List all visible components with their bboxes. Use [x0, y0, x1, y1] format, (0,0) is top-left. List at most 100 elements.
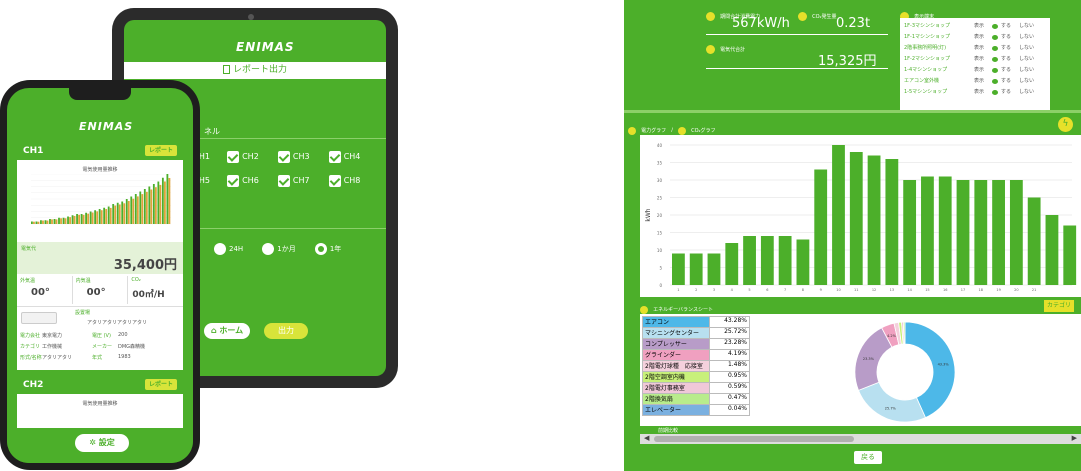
ch2-chart-title: 電気使用量推移	[82, 401, 118, 407]
channel-checkbox[interactable]	[277, 150, 290, 163]
terminal-off-label[interactable]: しない	[1019, 76, 1034, 87]
usage-bar	[134, 194, 137, 224]
horizontal-scrollbar[interactable]: ◀ ▶	[640, 434, 1081, 444]
usage-bar-prev	[150, 189, 153, 224]
usage-bar	[112, 204, 115, 224]
energy-balance-title: エネルギーバランスシート	[653, 307, 713, 313]
channel-checkbox[interactable]	[328, 174, 341, 187]
radio-on-icon[interactable]	[992, 90, 998, 95]
scrollbar-thumb[interactable]	[654, 436, 854, 442]
radio-on-icon[interactable]	[992, 24, 998, 29]
x-tick-label: 11	[854, 288, 858, 292]
period-radio-24h[interactable]	[214, 242, 226, 255]
usage-bar-prev	[141, 194, 144, 224]
scroll-left-icon[interactable]: ◀	[644, 434, 649, 442]
energy-name: マシニングセンター	[643, 328, 709, 338]
usage-bar	[974, 180, 988, 285]
terminal-off-label[interactable]: しない	[1019, 65, 1034, 76]
channel-label: CH6	[242, 176, 259, 185]
terminal-off-label[interactable]: しない	[1019, 54, 1034, 65]
ch2-report-button[interactable]: レポート	[144, 379, 177, 390]
home-icon: ⌂	[210, 326, 217, 335]
terminal-row: エアコン室外機 表示 する しない	[904, 76, 1046, 87]
channel-checkbox[interactable]	[227, 150, 240, 163]
lightning-button[interactable]: ϟ	[1058, 117, 1073, 132]
category-button[interactable]: カテゴリ	[1044, 300, 1074, 312]
terminal-row: 1F-3マシンショップ 表示 する しない	[904, 21, 1046, 32]
channel-checkbox[interactable]	[227, 174, 240, 187]
radio-on-icon[interactable]	[992, 46, 998, 51]
usage-bar	[80, 214, 83, 224]
radio-on-icon[interactable]	[992, 35, 998, 40]
period-radio-group: 24H 1か月 1年	[214, 238, 341, 257]
channel-checkbox[interactable]	[328, 150, 341, 163]
terminal-off-label[interactable]: しない	[1019, 21, 1034, 32]
x-tick-label: 2	[695, 288, 697, 292]
electricity-cost-value: 35,400円	[113, 258, 177, 273]
energy-row: 2階電灯球種 応接室 1.48%	[643, 361, 749, 372]
detail-value: 東京電力	[42, 333, 63, 339]
usage-bar-prev	[96, 211, 99, 224]
phone-screen: ENIMAS CH1 レポート 電気使用量推移 電気代 35,400円 外気温 …	[7, 88, 193, 463]
terminal-name: 2階事務所照明(灯)	[904, 45, 947, 51]
cost-total-label: 電気代合計	[720, 47, 746, 53]
usage-bar	[956, 180, 970, 285]
terminal-show-label: 表示	[974, 89, 985, 95]
channel-checkbox-row-1: CH1 CH2 CH3 CH4	[198, 146, 386, 165]
detail-value: 工作機械	[42, 344, 63, 350]
usage-bar-prev	[114, 205, 117, 224]
usage-bar-prev	[100, 210, 103, 224]
home-button[interactable]: ⌂ ホーム	[204, 323, 250, 339]
yen-icon	[706, 45, 715, 54]
detail-value: 1983	[118, 354, 131, 360]
indoor-temp-label: 内気温	[75, 278, 91, 284]
terminal-off-label[interactable]: しない	[1019, 43, 1034, 54]
usage-bar	[743, 236, 756, 285]
report-output-title: レポート出力	[232, 65, 287, 75]
ch1-usage-chart	[31, 174, 171, 225]
usage-bar	[1027, 197, 1041, 285]
terminal-off-label[interactable]: しない	[1019, 87, 1034, 98]
usage-bar-prev	[123, 203, 126, 224]
outdoor-temp-value: 00°	[31, 287, 50, 298]
back-button[interactable]: 戻る	[854, 451, 882, 464]
terminal-off-label[interactable]: しない	[1019, 32, 1034, 43]
ch1-title: CH1	[23, 146, 44, 156]
usage-bar	[103, 207, 106, 224]
settings-button[interactable]: ✲ 設定	[75, 434, 129, 452]
usage-bar	[139, 191, 142, 224]
output-button[interactable]: 出力	[264, 323, 308, 339]
detail-value: DMG森精機	[118, 344, 146, 350]
radio-on-icon[interactable]	[992, 57, 998, 62]
energy-pct: 23.28%	[709, 339, 749, 349]
period-radio-1year[interactable]	[314, 242, 327, 255]
usage-bar-prev	[87, 213, 90, 224]
tab-power-graph[interactable]: 電力グラフ	[641, 128, 666, 134]
terminal-show-label: 表示	[974, 34, 985, 40]
x-tick-label: 5	[748, 288, 750, 292]
usage-bar	[885, 159, 899, 285]
ch1-report-button[interactable]: レポート	[144, 145, 177, 156]
cost-label-wrap: 電気代合計	[706, 39, 745, 58]
detail-label: メーカー	[92, 344, 113, 350]
usage-bar	[903, 180, 917, 285]
report-button-label: レポート	[148, 381, 173, 388]
usage-bar	[148, 186, 151, 224]
x-tick-label: 20	[1014, 288, 1018, 292]
usage-bar-prev	[60, 218, 62, 224]
channel-checkbox[interactable]	[277, 174, 290, 187]
energy-name: 2階空調室内機	[643, 372, 709, 382]
y-tick-label: 10	[657, 248, 663, 253]
y-axis-label: kWh	[645, 208, 652, 221]
tab-co2-graph[interactable]: CO₂グラフ	[691, 128, 715, 134]
donut-label: 4.2%	[887, 334, 897, 338]
x-tick-label: 21	[1032, 288, 1036, 292]
period-radio-1month[interactable]	[262, 242, 275, 255]
scroll-right-icon[interactable]: ▶	[1072, 434, 1077, 442]
y-tick-label: 40	[657, 143, 663, 148]
x-tick-label: 10	[836, 288, 840, 292]
divider	[194, 138, 386, 139]
phone-notch	[69, 88, 131, 100]
radio-on-icon[interactable]	[992, 68, 998, 73]
radio-on-icon[interactable]	[992, 79, 998, 84]
